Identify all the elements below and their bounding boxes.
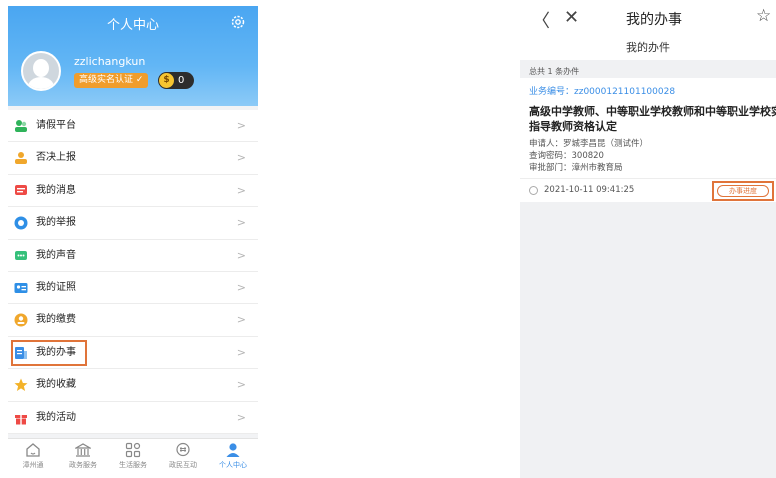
chevron-right-icon: > <box>236 216 246 230</box>
tab-personal-center[interactable]: 个人中心 <box>208 439 258 472</box>
profile-header: 个人中心 zzlichangkun 高级实名认证 ✓ $ 0 <box>8 6 258 106</box>
menu-item-my-messages[interactable]: 我的消息 > <box>8 174 258 208</box>
verification-badge: 高级实名认证 ✓ <box>74 73 149 88</box>
menu-item-my-payments[interactable]: 我的缴费 > <box>8 304 258 337</box>
verification-badge-label: 高级实名认证 <box>79 75 134 85</box>
chevron-right-icon: > <box>236 248 246 262</box>
my-affairs-screen: 〈 ✕ 我的办事 ☆ 我的办件 总共 1 条办件 业务编号：zz00001211… <box>520 0 776 478</box>
menu-list: 请假平台 > 否决上报 > 我的消息 > 我的举报 > 我的声音 > 我的证照 … <box>8 110 258 434</box>
grid-icon <box>125 442 141 458</box>
department: 审批部门：漳州市教育局 <box>529 163 623 173</box>
menu-item-label: 请假平台 <box>36 120 76 131</box>
id-card-icon <box>14 282 28 293</box>
menu-item-my-reports[interactable]: 我的举报 > <box>8 207 258 240</box>
total-count: 总共 1 条办件 <box>529 67 580 76</box>
progress-button[interactable]: 办事进度 <box>717 185 769 197</box>
government-icon <box>75 443 91 457</box>
page-title: 我的办事 <box>626 12 682 28</box>
check-icon: ✓ <box>135 75 144 85</box>
menu-item-label: 我的证照 <box>36 281 76 293</box>
chevron-right-icon: > <box>236 280 246 294</box>
subtitle: 我的办件 <box>626 41 670 54</box>
query-code: 查询密码：300820 <box>529 151 604 161</box>
person-icon <box>15 152 27 165</box>
bottom-tab-bar: 漳州通 政务服务 生活服务 政民互动 个人中心 <box>8 438 258 472</box>
gift-icon <box>15 414 27 425</box>
menu-item-my-certificates[interactable]: 我的证照 > <box>8 271 258 305</box>
menu-item-label: 我的举报 <box>36 217 76 229</box>
tab-label: 漳州通 <box>22 461 44 469</box>
divider <box>520 178 776 179</box>
tab-label: 个人中心 <box>219 461 247 469</box>
personal-center-screen: 个人中心 zzlichangkun 高级实名认证 ✓ $ 0 请假平台 > 否决… <box>8 6 258 472</box>
person-icon <box>226 443 240 457</box>
tab-label: 政民互动 <box>169 461 197 469</box>
report-icon <box>14 216 28 230</box>
tab-zhangzhoutong[interactable]: 漳州通 <box>8 439 58 472</box>
applicant: 申请人：罗城李昌昆（测试件） <box>529 139 649 149</box>
menu-item-label: 否决上报 <box>36 152 76 164</box>
menu-item-label: 我的收藏 <box>36 379 76 391</box>
menu-item-my-favorites[interactable]: 我的收藏 > <box>8 369 258 402</box>
nav-header: 〈 ✕ 我的办事 ☆ 我的办件 <box>520 0 776 60</box>
chevron-right-icon: > <box>236 345 246 359</box>
home-icon <box>26 443 40 457</box>
chevron-right-icon: > <box>236 410 246 424</box>
star-icon <box>14 378 28 392</box>
menu-item-my-voice[interactable]: 我的声音 > <box>8 239 258 272</box>
chevron-right-icon: > <box>236 151 246 165</box>
payment-icon <box>14 313 28 327</box>
message-icon <box>15 184 27 195</box>
chevron-right-icon: > <box>236 183 246 197</box>
menu-item-my-affairs[interactable]: 我的办事 > <box>8 336 258 370</box>
coin-icon: $ <box>159 73 174 88</box>
menu-item-label: 我的声音 <box>36 249 76 261</box>
people-icon <box>15 120 27 132</box>
avatar[interactable] <box>21 51 61 91</box>
page-title: 个人中心 <box>106 18 159 33</box>
menu-item-my-activities[interactable]: 我的活动 > <box>8 401 258 434</box>
clock-icon <box>529 186 538 195</box>
timestamp: 2021-10-11 09:41:25 <box>544 185 635 195</box>
chevron-right-icon: > <box>236 378 246 392</box>
back-icon[interactable]: 〈 <box>532 7 550 33</box>
close-icon[interactable]: ✕ <box>564 7 579 28</box>
document-icon <box>15 346 27 359</box>
menu-item-label: 我的活动 <box>36 411 76 423</box>
menu-item-label: 我的办事 <box>36 346 76 358</box>
record-title: 高级中学教师、中等职业学校教师和中等职业学校实习指导教师资格认定 <box>529 105 776 133</box>
tab-public-interaction[interactable]: 政民互动 <box>158 439 208 472</box>
tab-label: 政务服务 <box>69 461 97 469</box>
chevron-right-icon: > <box>236 313 246 327</box>
business-number: 业务编号：zz0000121101100028 <box>529 87 676 97</box>
chat-bubble-icon <box>15 250 27 260</box>
menu-item-leave-platform[interactable]: 请假平台 > <box>8 110 258 143</box>
chevron-right-icon: > <box>236 119 246 132</box>
tab-government-services[interactable]: 政务服务 <box>58 439 108 472</box>
menu-item-label: 我的消息 <box>36 184 76 196</box>
star-icon[interactable]: ☆ <box>756 6 771 26</box>
coin-count: 0 <box>178 75 185 86</box>
menu-item-veto-report[interactable]: 否决上报 > <box>8 142 258 175</box>
tab-life-services[interactable]: 生活服务 <box>108 439 158 472</box>
chat-icon <box>176 442 190 457</box>
menu-item-label: 我的缴费 <box>36 314 76 326</box>
gear-icon[interactable] <box>230 14 246 30</box>
affair-record-card[interactable]: 业务编号：zz0000121101100028 高级中学教师、中等职业学校教师和… <box>520 78 776 202</box>
tab-label: 生活服务 <box>119 461 147 469</box>
coin-balance[interactable]: $ 0 <box>158 72 194 89</box>
username: zzlichangkun <box>74 55 146 68</box>
